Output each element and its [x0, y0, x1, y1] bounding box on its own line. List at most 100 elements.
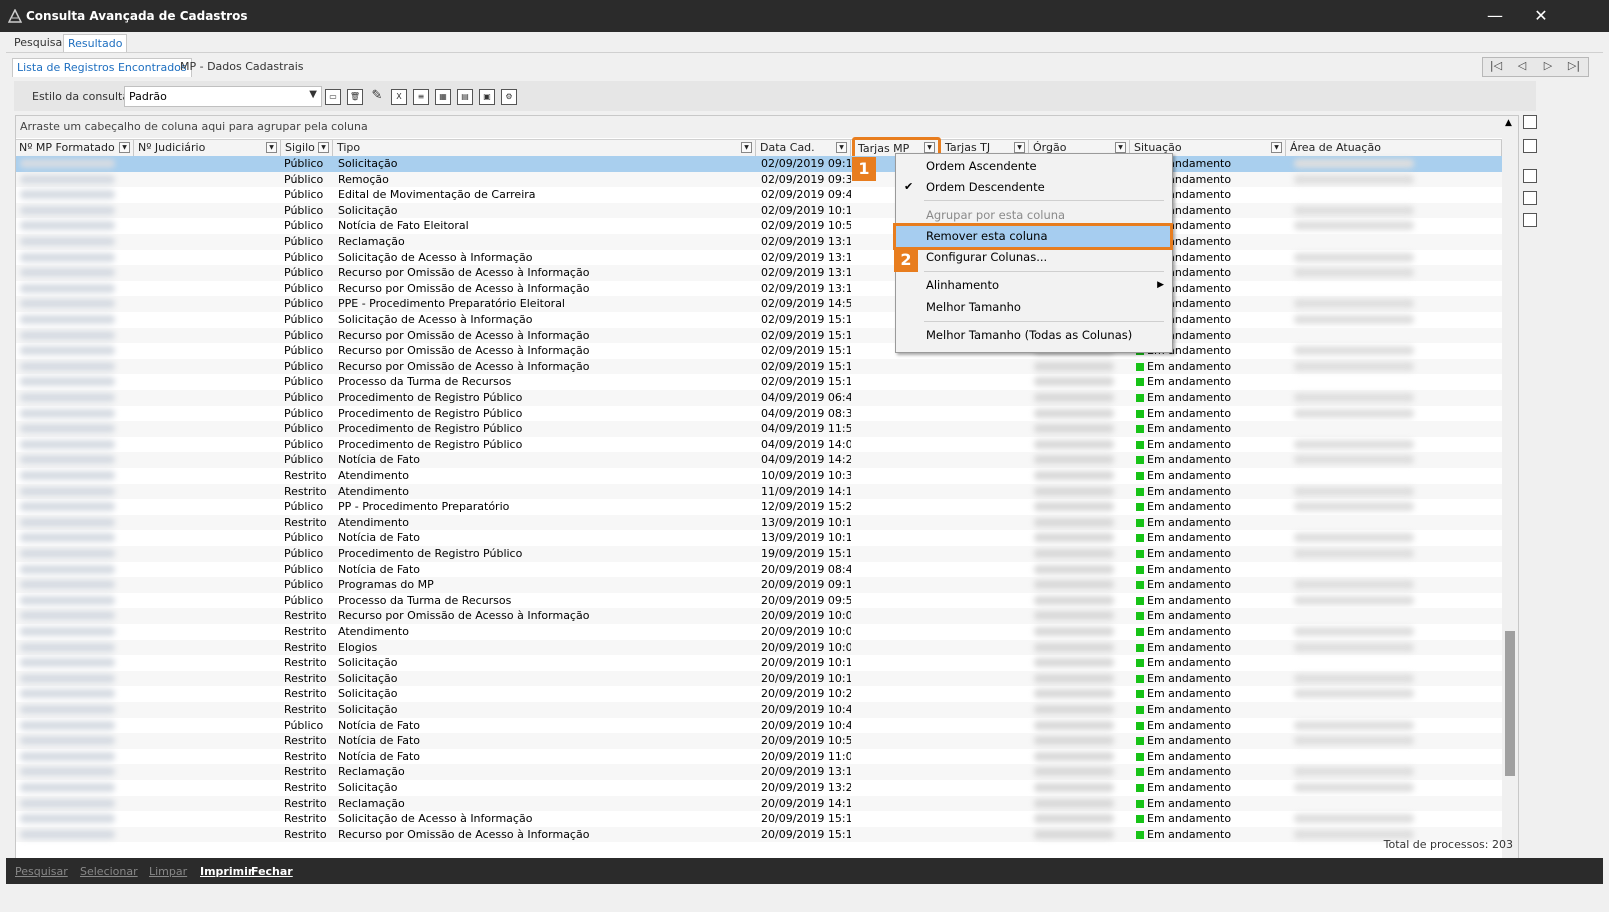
column-header[interactable]: Nº MP Formatado ▼ [16, 140, 134, 157]
table-row[interactable]: Público Recurso por Omissão de Acesso à I… [16, 327, 1502, 344]
style-select[interactable]: Padrão ▼ [124, 86, 322, 107]
menu-ordem-descendente[interactable]: Ordem Descendente [926, 180, 1045, 194]
report-icon[interactable]: ≡ [413, 89, 429, 105]
close-button[interactable]: ✕ [1518, 0, 1564, 32]
table-row[interactable]: Restrito Recurso por Omissão de Acesso à … [16, 608, 1502, 624]
columns-icon[interactable]: ▦ [435, 89, 451, 105]
table-row[interactable]: Público Procedimento de Registro Público 0… [16, 421, 1502, 437]
table-row[interactable]: Restrito Reclamação 20/09/2019 13:11 Em and… [16, 764, 1502, 780]
table-row[interactable]: Restrito Atendimento 11/09/2019 14:17 Em an… [16, 483, 1502, 500]
filter-dropdown-icon[interactable]: ▼ [1014, 142, 1025, 153]
filter-dropdown-icon[interactable]: ▼ [1271, 142, 1282, 153]
table-row[interactable]: Público Remoção 02/09/2019 09:35 Em andamen… [16, 171, 1502, 188]
menu-melhor-tamanho-todas[interactable]: Melhor Tamanho (Todas as Colunas) [926, 328, 1132, 342]
filter-dropdown-icon[interactable]: ▼ [266, 142, 277, 153]
tab-mp-dados[interactable]: MP - Dados Cadastrais [176, 58, 307, 76]
table-row[interactable]: Público Notícia de Fato Eleitoral 02/09/20… [16, 218, 1502, 234]
table-row[interactable]: Público Edital de Movimentação de Carreir… [16, 187, 1502, 203]
table-row[interactable]: Restrito Solicitação 20/09/2019 10:11 Em an… [16, 655, 1502, 671]
scroll-up-icon[interactable]: ▲ [1505, 118, 1512, 128]
fechar-button[interactable]: Fechar [251, 865, 293, 878]
table-icon[interactable] [1523, 169, 1537, 183]
filter-dropdown-icon[interactable]: ▼ [318, 142, 329, 153]
table-row[interactable]: Restrito Solicitação 20/09/2019 10:45 Em an… [16, 702, 1502, 718]
vertical-scrollbar[interactable]: ▲ ▼ [1502, 116, 1518, 877]
table-row[interactable]: Público Recurso por Omissão de Acesso à I… [16, 358, 1502, 375]
table-row[interactable]: Público Solicitação de Acesso à Informaçã… [16, 250, 1502, 266]
menu-configurar-colunas[interactable]: Configurar Colunas... [926, 250, 1047, 264]
next-record-icon[interactable]: ▷ [1536, 59, 1560, 72]
table-row[interactable]: Restrito Solicitação 20/09/2019 10:27 Em an… [16, 686, 1502, 702]
table-row[interactable]: Restrito Solicitação de Acesso à Informaç… [16, 811, 1502, 827]
edit-icon[interactable]: ✎ [369, 89, 385, 105]
filter-dropdown-icon[interactable]: ▼ [119, 142, 130, 153]
prev-record-icon[interactable]: ◁ [1510, 59, 1534, 72]
pesquisar-button[interactable]: Pesquisar [15, 865, 68, 878]
menu-remover-coluna[interactable]: Remover esta coluna [926, 229, 1048, 243]
tab-resultado[interactable]: Resultado [63, 34, 128, 53]
table-row[interactable]: Público Solicitação 02/09/2019 10:16 Em and… [16, 202, 1502, 219]
table-row[interactable]: Público Recurso por Omissão de Acesso à I… [16, 265, 1502, 281]
filter-dropdown-icon[interactable]: ▼ [1115, 142, 1126, 153]
table-row[interactable]: Restrito Atendimento 10/09/2019 10:33 Em an… [16, 468, 1502, 484]
list-icon[interactable] [1523, 191, 1537, 205]
table-row[interactable]: Público Recurso por Omissão de Acesso à I… [16, 343, 1502, 359]
filter-dropdown-icon[interactable]: ▼ [924, 142, 935, 153]
tree-icon[interactable] [1523, 115, 1537, 129]
delete-icon[interactable]: 🗑 [347, 89, 363, 105]
table-row[interactable]: Público Procedimento de Registro Público 0… [16, 390, 1502, 406]
tab-pesquisa[interactable]: Pesquisa [10, 34, 66, 52]
menu-ordem-ascendente[interactable]: Ordem Ascendente [926, 159, 1037, 173]
cell-data-cad: 20/09/2019 15:17 [761, 812, 851, 826]
table-row[interactable]: Público Procedimento de Registro Público 0… [16, 406, 1502, 422]
collapse-icon[interactable] [1523, 139, 1537, 153]
scrollbar-thumb[interactable] [1505, 631, 1515, 776]
menu-melhor-tamanho[interactable]: Melhor Tamanho [926, 300, 1021, 314]
table-row[interactable]: Restrito Atendimento 13/09/2019 10:10 Em an… [16, 514, 1502, 531]
filter-icon[interactable]: ▤ [457, 89, 473, 105]
last-record-icon[interactable]: ▷| [1562, 59, 1586, 72]
table-row[interactable]: Restrito Solicitação 20/09/2019 10:16 Em an… [16, 670, 1502, 687]
table-row[interactable]: Restrito Solicitação 20/09/2019 13:21 Em an… [16, 780, 1502, 796]
table-row[interactable]: Público Processo da Turma de Recursos 20/0… [16, 593, 1502, 609]
group-icon[interactable]: ▣ [479, 89, 495, 105]
menu-alinhamento[interactable]: Alinhamento [926, 278, 999, 292]
table-row[interactable]: Público Notícia de Fato 20/09/2019 08:40 Em… [16, 562, 1502, 578]
table-row[interactable]: Restrito Notícia de Fato 20/09/2019 10:57 E… [16, 733, 1502, 749]
table-row[interactable]: Público Notícia de Fato 04/09/2019 14:23 Em… [16, 452, 1502, 468]
table-row[interactable]: Público Solicitação 02/09/2019 09:19 Em and… [16, 156, 1502, 172]
table-row[interactable]: Público Recurso por Omissão de Acesso à I… [16, 281, 1502, 297]
limpar-button[interactable]: Limpar [149, 865, 187, 878]
table-row[interactable]: Público Notícia de Fato 13/09/2019 10:11 Em… [16, 530, 1502, 546]
save-icon[interactable]: ▭ [325, 89, 341, 105]
first-record-icon[interactable]: |◁ [1484, 59, 1508, 72]
filter-dropdown-icon[interactable]: ▼ [836, 142, 847, 153]
table-row[interactable]: Restrito Reclamação 20/09/2019 14:16 Em and… [16, 795, 1502, 812]
column-header[interactable]: Data Cad. ▼ [757, 140, 851, 157]
tab-lista-registros[interactable]: Lista de Registros Encontrados [12, 58, 192, 77]
table-row[interactable]: Público PPE - Procedimento Preparatório E… [16, 296, 1502, 312]
table-row[interactable]: Público Processo da Turma de Recursos 02/0… [16, 374, 1502, 390]
table-row[interactable]: Público PP - Procedimento Preparatório 12/… [16, 499, 1502, 515]
filter-dropdown-icon[interactable]: ▼ [741, 142, 752, 153]
table-row[interactable]: Público Solicitação de Acesso à Informaçã… [16, 312, 1502, 328]
column-header[interactable]: Área de Atuação [1287, 140, 1502, 157]
export-excel-icon[interactable]: X [391, 89, 407, 105]
table-row[interactable]: Restrito Notícia de Fato 20/09/2019 11:03 E… [16, 749, 1502, 765]
settings-icon[interactable]: ⚙ [501, 89, 517, 105]
table-row[interactable]: Público Notícia de Fato 20/09/2019 10:47 Em… [16, 718, 1502, 734]
minimize-button[interactable]: — [1472, 0, 1518, 32]
table-row[interactable]: Público Reclamação 02/09/2019 13:16 Em anda… [16, 234, 1502, 250]
card-icon[interactable] [1523, 213, 1537, 227]
table-row[interactable]: Público Procedimento de Registro Público 1… [16, 546, 1502, 562]
column-header[interactable]: Nº Judiciário ▼ [135, 140, 281, 157]
table-row[interactable]: Restrito Atendimento 20/09/2019 10:05 Em an… [16, 624, 1502, 640]
table-row[interactable]: Público Procedimento de Registro Público 0… [16, 437, 1502, 453]
column-header[interactable]: Tipo ▼ [334, 140, 756, 157]
column-header[interactable]: Sigilo ▼ [282, 140, 333, 157]
imprimir-button[interactable]: Imprimir [200, 865, 253, 878]
selecionar-button[interactable]: Selecionar [80, 865, 138, 878]
table-row[interactable]: Restrito Elogios 20/09/2019 10:09 Em andame… [16, 639, 1502, 656]
table-row[interactable]: Restrito Recurso por Omissão de Acesso à … [16, 826, 1502, 843]
table-row[interactable]: Público Programas do MP 20/09/2019 09:13 Em… [16, 577, 1502, 593]
